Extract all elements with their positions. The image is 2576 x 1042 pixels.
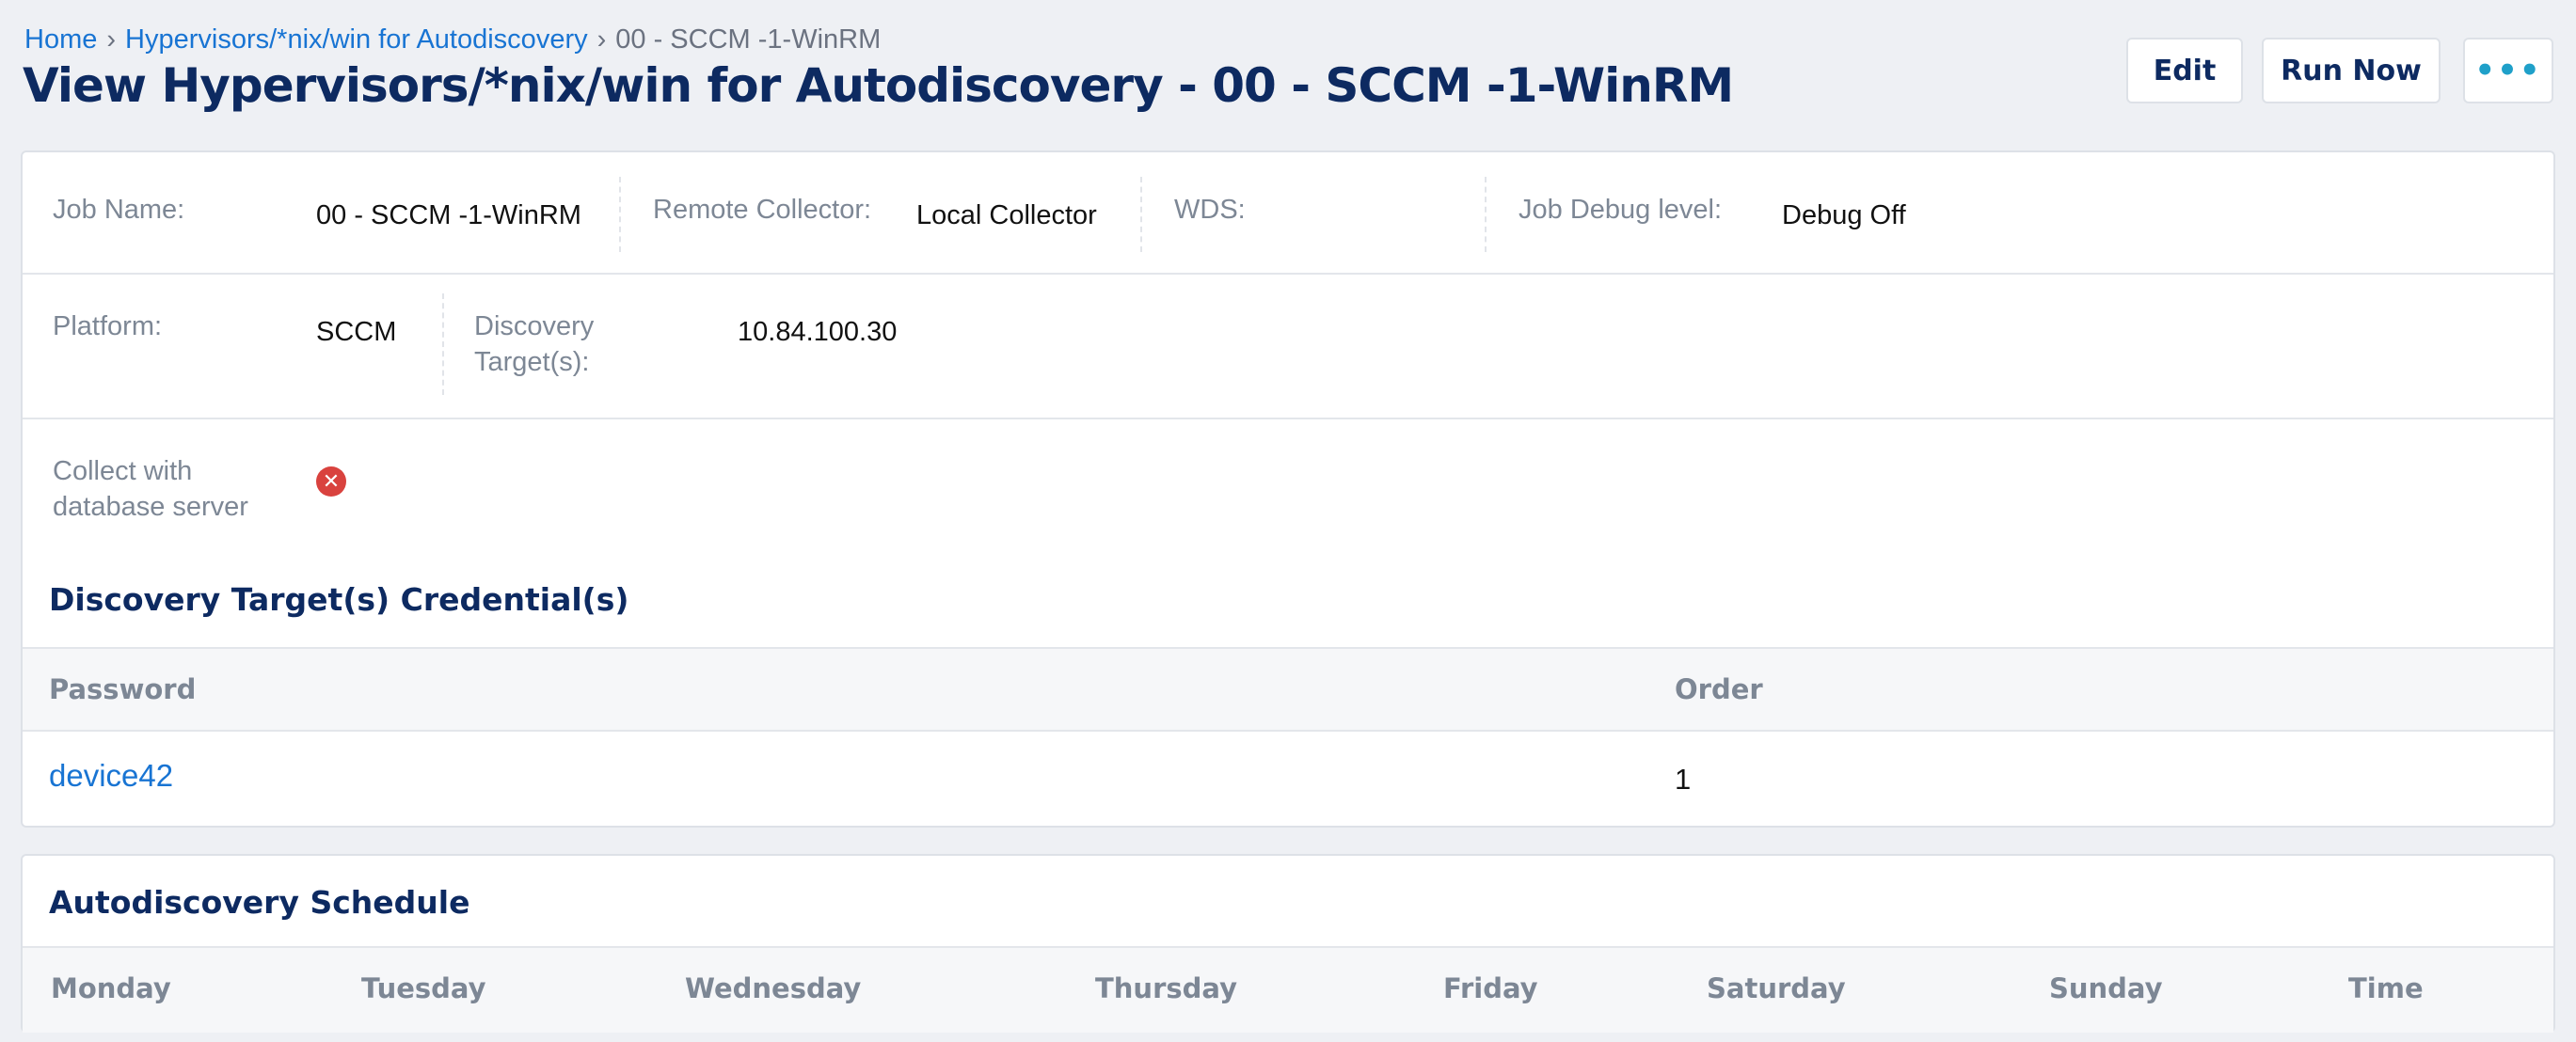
collect-db-label: Collect with database server: [53, 453, 248, 525]
platform-value: SCCM: [316, 317, 397, 347]
credentials-section-title: Discovery Target(s) Credential(s): [49, 581, 629, 618]
column-header-monday: Monday: [51, 972, 171, 1004]
collect-db-label-line1: Collect with: [53, 456, 193, 486]
more-actions-button[interactable]: •••: [2463, 38, 2553, 103]
run-now-button[interactable]: Run Now: [2262, 38, 2441, 103]
discovery-targets-value: 10.84.100.30: [738, 317, 898, 347]
column-header-friday: Friday: [1443, 972, 1538, 1004]
table-row: device42 1: [23, 730, 2553, 824]
field-divider: [619, 177, 621, 252]
schedule-section-title: Autodiscovery Schedule: [49, 884, 470, 921]
page-title: View Hypervisors/*nix/win for Autodiscov…: [23, 58, 1734, 113]
column-header-wednesday: Wednesday: [685, 972, 862, 1004]
column-header-thursday: Thursday: [1095, 972, 1237, 1004]
more-dots-icon: •••: [2474, 52, 2542, 89]
column-header-tuesday: Tuesday: [361, 972, 486, 1004]
remote-collector-value: Local Collector: [916, 200, 1097, 230]
job-debug-label: Job Debug level:: [1519, 195, 1723, 225]
credential-order: 1: [1675, 763, 1692, 796]
credentials-table-header: Password Order: [23, 647, 2553, 732]
breadcrumb-home-link[interactable]: Home: [24, 24, 97, 55]
schedule-card: Autodiscovery Schedule Monday Tuesday We…: [21, 854, 2555, 1033]
column-header-time: Time: [2348, 972, 2424, 1004]
field-divider: [1140, 177, 1142, 252]
credential-link[interactable]: device42: [49, 758, 173, 794]
job-debug-value: Debug Off: [1782, 200, 1906, 230]
breadcrumb-current: 00 - SCCM -1-WinRM: [615, 24, 882, 55]
column-header-sunday: Sunday: [2049, 972, 2163, 1004]
breadcrumb-separator: ›: [106, 24, 117, 55]
discovery-targets-label: Discovery Target(s):: [474, 308, 594, 380]
details-row-1: Job Name: 00 - SCCM -1-WinRM Remote Coll…: [23, 152, 2553, 275]
remote-collector-label: Remote Collector:: [653, 195, 872, 225]
details-row-3: Collect with database server ✕: [23, 418, 2553, 530]
job-name-label: Job Name:: [53, 195, 185, 225]
discovery-targets-label-line1: Discovery: [474, 311, 595, 341]
column-header-password: Password: [49, 673, 197, 705]
job-name-value: 00 - SCCM -1-WinRM: [316, 200, 581, 230]
details-row-2: Platform: SCCM Discovery Target(s): 10.8…: [23, 273, 2553, 419]
edit-button[interactable]: Edit: [2126, 38, 2243, 103]
field-divider: [442, 293, 444, 395]
discovery-targets-label-line2: Target(s):: [474, 347, 590, 377]
breadcrumb: Home › Hypervisors/*nix/win for Autodiscov…: [24, 24, 881, 55]
breadcrumb-parent-link[interactable]: Hypervisors/*nix/win for Autodiscovery: [125, 24, 588, 55]
collect-db-label-line2: database server: [53, 492, 248, 522]
schedule-table-header: Monday Tuesday Wednesday Thursday Friday…: [23, 946, 2553, 1033]
job-details-card: Job Name: 00 - SCCM -1-WinRM Remote Coll…: [21, 150, 2555, 828]
breadcrumb-separator: ›: [596, 24, 607, 55]
wds-label: WDS:: [1174, 195, 1246, 225]
field-divider: [1485, 177, 1487, 252]
column-header-order: Order: [1675, 673, 1763, 705]
column-header-saturday: Saturday: [1707, 972, 1846, 1004]
x-circle-icon: ✕: [316, 466, 346, 497]
platform-label: Platform:: [53, 311, 163, 341]
